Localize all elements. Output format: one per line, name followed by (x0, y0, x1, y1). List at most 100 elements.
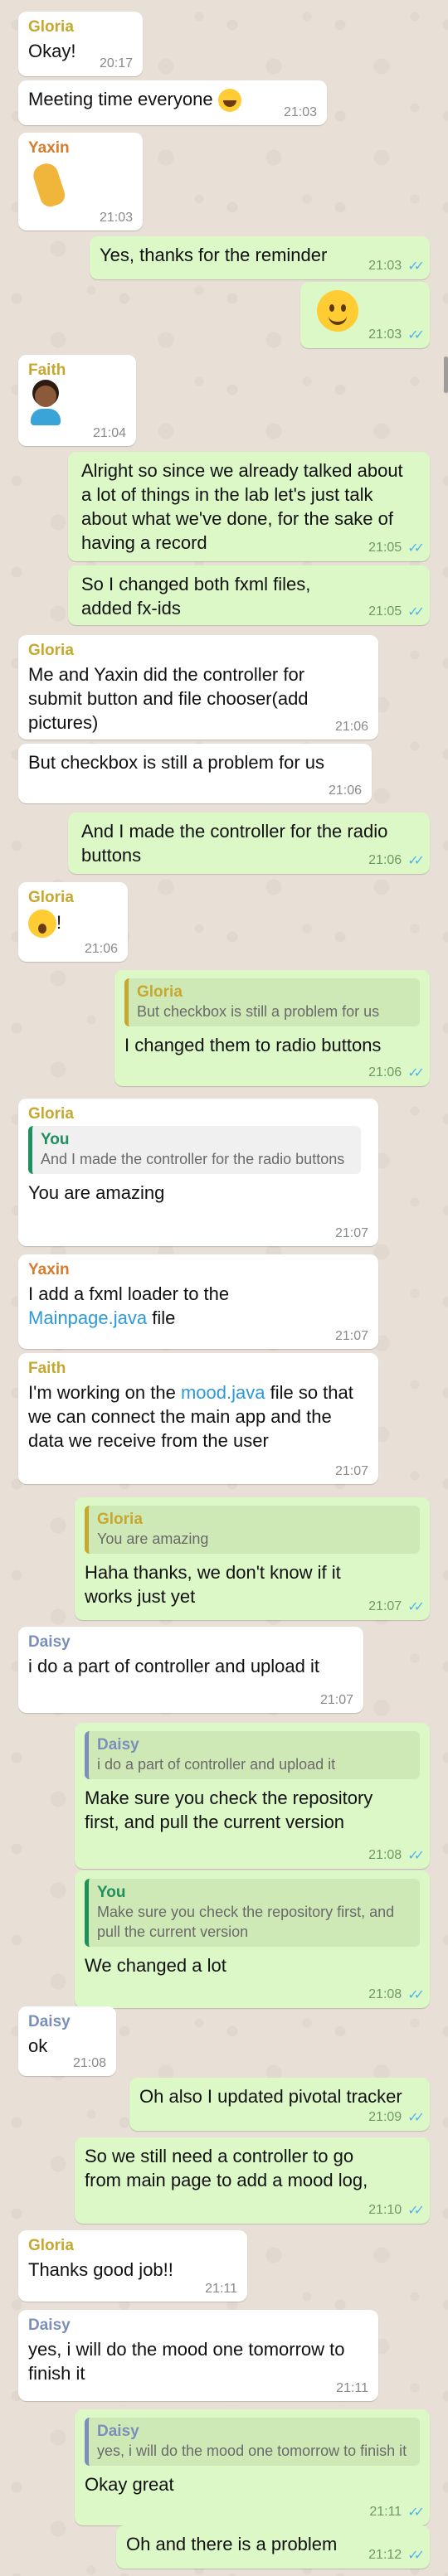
message-time: 21:03 (368, 327, 402, 342)
quoted-sender: You (97, 1884, 126, 1901)
message-bubble[interactable]: Yaxin 21:03 (18, 133, 143, 230)
quoted-sender: Daisy (97, 2423, 139, 2440)
message-time: 21:07 (334, 1226, 368, 1240)
message-bubble[interactable]: Gloria But checkbox is still a problem f… (114, 970, 430, 1086)
read-ticks-icon: ✓✓ (407, 605, 425, 619)
message-bubble[interactable]: Oh and there is a problem 21:12 ✓✓ (116, 2525, 430, 2569)
message-text: I add a fxml loader to the (28, 1283, 230, 1304)
message-bubble[interactable]: Daisy i do a part of controller and uplo… (18, 1627, 363, 1713)
message-bubble[interactable]: So I changed both fxml files, added fx-i… (68, 565, 430, 625)
read-ticks-icon: ✓✓ (407, 2204, 425, 2218)
smiling-face-emoji-icon (317, 290, 358, 332)
message-bubble[interactable]: Gloria Me and Yaxin did the controller f… (18, 635, 378, 740)
message-time: 21:03 (368, 259, 402, 273)
quoted-message[interactable]: Daisy yes, i will do the mood one tomorr… (85, 2418, 420, 2466)
person-raising-hand-emoji-icon (28, 382, 61, 425)
message-bubble[interactable]: Faith 21:04 (18, 355, 136, 446)
message-bubble[interactable]: So we still need a controller to go from… (75, 2137, 430, 2224)
quoted-sender: Gloria (137, 983, 183, 1001)
quoted-text: i do a part of controller and upload it (97, 1756, 336, 1773)
message-time: 21:09 (368, 2110, 402, 2124)
message-bubble[interactable]: Oh also I updated pivotal tracker 21:09 ✓… (129, 2078, 430, 2131)
message-bubble[interactable]: Gloria You And I made the controller for… (18, 1099, 378, 1246)
laughing-emoji-icon (217, 89, 241, 113)
read-ticks-icon: ✓✓ (407, 541, 425, 555)
quoted-message[interactable]: Gloria You are amazing (85, 1506, 420, 1554)
message-bubble[interactable]: Gloria Thanks good job!! 21:11 (18, 2230, 247, 2302)
message-bubble[interactable]: Daisy ok 21:08 (18, 2006, 116, 2076)
message-text: Oh also I updated pivotal tracker (139, 2086, 402, 2107)
message-bubble[interactable]: Faith I'm working on the mood.java file … (18, 1353, 378, 1484)
quoted-sender: Daisy (97, 1736, 139, 1754)
file-link[interactable]: Mainpage.java (28, 1307, 147, 1328)
message-bubble[interactable]: Yes, thanks for the reminder 21:03 ✓✓ (90, 236, 430, 279)
scrollbar[interactable] (444, 357, 448, 393)
message-time: 21:04 (92, 426, 126, 440)
message-bubble[interactable]: 21:03 ✓✓ (300, 282, 430, 348)
message-text: Haha thanks, we don't know if it works j… (85, 1562, 346, 1607)
message-text: Okay great (85, 2474, 174, 2495)
message-time: 21:06 (368, 853, 402, 867)
message-time: 21:03 (283, 105, 317, 119)
quoted-message[interactable]: You Make sure you check the repository f… (85, 1879, 420, 1947)
message-time: 21:03 (99, 211, 133, 225)
astonished-face-emoji-icon (28, 910, 56, 938)
message-bubble[interactable]: Gloria Okay! 20:17 (18, 12, 143, 76)
quoted-message[interactable]: Daisy i do a part of controller and uplo… (85, 1731, 420, 1779)
quoted-text: yes, i will do the mood one tomorrow to … (97, 2443, 407, 2459)
message-bubble[interactable]: Meeting time everyone 21:03 (18, 80, 327, 125)
read-ticks-icon: ✓✓ (407, 1849, 425, 1863)
message-text: ok (28, 2035, 48, 2056)
message-text: I'm working on the (28, 1382, 181, 1403)
read-ticks-icon: ✓✓ (407, 260, 425, 274)
quoted-message[interactable]: You And I made the controller for the ra… (28, 1126, 361, 1174)
message-time: 20:17 (99, 56, 133, 70)
quoted-message[interactable]: Gloria But checkbox is still a problem f… (124, 978, 420, 1026)
message-time: 21:11 (369, 2505, 402, 2519)
message-bubble[interactable]: But checkbox is still a problem for us 2… (18, 744, 372, 803)
message-text: You are amazing (28, 1182, 165, 1203)
sender-name: Gloria (28, 1105, 74, 1123)
file-link[interactable]: mood.java (181, 1382, 265, 1403)
message-time: 21:06 (334, 720, 368, 734)
read-ticks-icon: ✓✓ (407, 1066, 425, 1080)
message-bubble[interactable]: Gloria ! 21:06 (18, 882, 128, 962)
read-ticks-icon: ✓✓ (407, 1988, 425, 2002)
message-time: 21:10 (368, 2203, 402, 2217)
message-bubble[interactable]: Alright so since we already talked about… (68, 452, 430, 561)
message-text: Thanks good job!! (28, 2259, 173, 2280)
message-bubble[interactable]: Daisy i do a part of controller and uplo… (75, 1723, 430, 1869)
sender-name: Gloria (28, 642, 74, 659)
message-time: 21:11 (336, 2381, 368, 2395)
message-bubble[interactable]: Daisy yes, i will do the mood one tomorr… (75, 2409, 430, 2525)
message-text-continued: file (147, 1307, 176, 1328)
message-text: We changed a lot (85, 1955, 226, 1976)
quoted-sender: You (41, 1131, 70, 1148)
chat-conversation: Gloria Okay! 20:17 Meeting time everyone… (0, 0, 448, 2576)
sender-name: Faith (28, 1360, 66, 1377)
sender-name: Daisy (28, 2316, 71, 2334)
message-text: But checkbox is still a problem for us (28, 752, 325, 773)
sender-name: Daisy (28, 1633, 71, 1651)
message-bubble[interactable]: Yaxin I add a fxml loader to the Mainpag… (18, 1254, 378, 1349)
message-time: 21:06 (368, 1065, 402, 1079)
message-bubble[interactable]: Gloria You are amazing Haha thanks, we d… (75, 1497, 430, 1620)
message-time: 21:05 (368, 604, 402, 619)
message-time: 21:05 (368, 541, 402, 555)
quoted-sender: Gloria (97, 1511, 143, 1528)
read-ticks-icon: ✓✓ (407, 2111, 425, 2125)
message-text: Make sure you check the repository first… (85, 1788, 378, 1832)
message-text: So I changed both fxml files, added fx-i… (81, 574, 316, 619)
message-time: 21:11 (205, 2282, 237, 2296)
sender-name: Daisy (28, 2013, 71, 2030)
sender-name: Faith (28, 361, 66, 379)
read-ticks-icon: ✓✓ (407, 854, 425, 868)
read-ticks-icon: ✓✓ (407, 328, 425, 342)
message-bubble[interactable]: Daisy yes, i will do the mood one tomorr… (18, 2310, 378, 2401)
message-bubble[interactable]: You Make sure you check the repository f… (75, 1870, 430, 2008)
message-text: Alright so since we already talked about… (81, 460, 408, 553)
message-text: Me and Yaxin did the controller for subm… (28, 664, 314, 733)
message-bubble[interactable]: And I made the controller for the radio … (68, 813, 430, 874)
quoted-text: You are amazing (97, 1531, 209, 1547)
read-ticks-icon: ✓✓ (407, 2506, 425, 2520)
